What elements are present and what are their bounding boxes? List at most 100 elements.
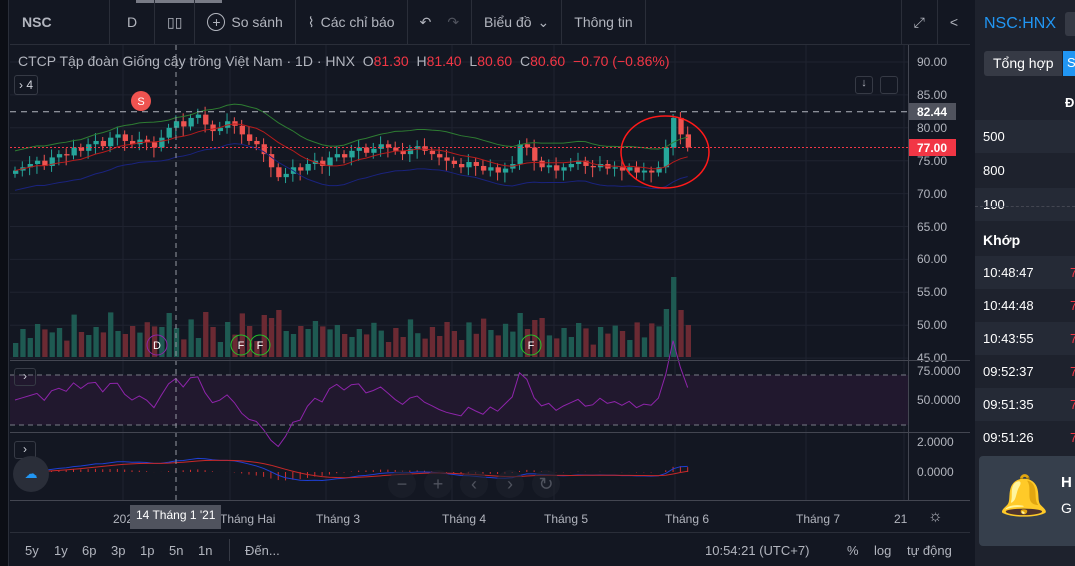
last-price-label: 77.00	[909, 139, 956, 156]
range-1p[interactable]: 1p	[140, 543, 154, 558]
candle-body	[473, 162, 479, 166]
price-axis[interactable]: 45.00 50.00 55.00 60.00 65.00 70.00 75.00 80.00…	[908, 45, 970, 365]
fullscreen-icon: ⤢	[913, 13, 925, 30]
compare-button[interactable]: + So sánh	[195, 0, 296, 45]
indicators-label: Các chỉ báo	[320, 14, 395, 30]
range-6p[interactable]: 6p	[82, 543, 96, 558]
volume-bar	[488, 330, 494, 357]
zoom-out-button[interactable]: −	[388, 470, 416, 498]
candle-body	[137, 139, 143, 145]
tab-summary[interactable]: Tổng hợp	[984, 51, 1062, 76]
legend-title: CTCP Tập đoàn Giống cây trồng Việt Nam ·…	[18, 53, 355, 69]
volume-bar	[129, 326, 136, 357]
o-label: O	[362, 53, 374, 69]
price-tick: 85.00	[917, 87, 948, 102]
fullscreen-button[interactable]: ⤢	[900, 0, 938, 45]
trade-row: 09:51:26 7	[975, 421, 1075, 454]
maximize-pane-button[interactable]	[880, 76, 898, 94]
auto-toggle[interactable]: tự động	[907, 543, 952, 558]
volume-bar	[407, 319, 414, 357]
candle-body	[422, 146, 428, 151]
candle-body	[34, 160, 41, 164]
volume-bar	[641, 337, 648, 357]
volume-bar	[400, 337, 406, 357]
indicators-button[interactable]: ⌇ Các chỉ báo	[296, 0, 408, 45]
plus-circle-icon: +	[207, 13, 226, 31]
volume-bar	[283, 331, 289, 357]
time-label: Tháng 7	[796, 512, 841, 526]
left-strip	[0, 0, 9, 566]
info-button[interactable]: Thông tin	[562, 0, 646, 45]
time-axis[interactable]: 202 Tháng Hai Tháng 3 Tháng 4 Tháng 5 Th…	[10, 500, 908, 532]
goto-date-button[interactable]: Đến...	[245, 543, 280, 558]
undo-icon[interactable]: ↶	[420, 14, 432, 31]
range-5n[interactable]: 5n	[169, 543, 183, 558]
volume-bar	[42, 329, 48, 357]
trade-row: 09:52:37 7	[975, 355, 1075, 388]
cloud-logo-icon[interactable]: ☁	[13, 456, 49, 492]
volume-bar	[166, 313, 172, 357]
candle-body	[195, 114, 202, 118]
range-1y[interactable]: 1y	[54, 543, 68, 558]
candle-body	[459, 163, 465, 168]
settings-gear-icon[interactable]: ☼	[928, 508, 943, 526]
price-tick: 90.00	[917, 55, 948, 69]
candle-body	[71, 147, 77, 156]
scroll-down-button[interactable]: ↓	[855, 76, 873, 94]
volume-bar	[510, 331, 516, 357]
candle-body	[444, 157, 450, 161]
pane-divider[interactable]	[10, 360, 970, 361]
trade-price: 7	[1070, 364, 1075, 379]
pane-divider[interactable]	[10, 432, 970, 433]
share-button[interactable]: <	[938, 0, 970, 45]
redo-icon[interactable]: ↷	[447, 14, 459, 31]
close-value: 80.60	[530, 53, 566, 69]
trade-price: 7	[1070, 331, 1075, 346]
trades-title: Khớp	[983, 232, 1021, 248]
interval-button[interactable]: D	[110, 0, 155, 45]
scroll-left-button[interactable]: ‹	[460, 470, 488, 498]
candle-body	[108, 137, 114, 147]
candle-body	[210, 124, 216, 132]
reset-button[interactable]: ↻	[532, 470, 560, 498]
range-3p[interactable]: 3p	[111, 543, 125, 558]
alert-toast[interactable]: 🔔 H G	[979, 456, 1075, 546]
candle-body	[568, 163, 575, 168]
candle-body	[480, 165, 487, 171]
volume-bar	[444, 322, 450, 357]
trade-time: 09:51:26	[983, 430, 1034, 445]
volume-bar	[634, 322, 640, 357]
info-label: Thông tin	[574, 14, 633, 30]
trade-price: 7	[1070, 430, 1075, 445]
log-toggle[interactable]: log	[874, 543, 891, 558]
range-5y[interactable]: 5y	[25, 543, 39, 558]
symbol-search-button[interactable]: NSC	[10, 0, 110, 45]
volume-bar	[93, 327, 99, 357]
volume-bar	[71, 314, 77, 357]
percent-toggle[interactable]: %	[847, 543, 859, 558]
candle-body	[641, 170, 648, 173]
volume-bar	[122, 334, 128, 357]
tab-second[interactable]: S	[1063, 51, 1075, 76]
range-1n[interactable]: 1n	[198, 543, 212, 558]
volume-bar	[663, 309, 670, 357]
edit-button[interactable]	[1065, 12, 1075, 36]
volume-row: 100	[975, 188, 1075, 221]
panel-symbol: NSC:HNX	[984, 15, 1057, 32]
rsi-expand-button[interactable]: ›	[14, 368, 36, 386]
dividend-marker-text: D	[153, 340, 161, 352]
chart-menu-button[interactable]: Biểu đồ ⌄	[472, 0, 563, 45]
expand-indicators-button[interactable]: › 4	[14, 75, 38, 95]
volume-bar	[173, 328, 180, 357]
chart-type-button[interactable]: ▯▯	[155, 0, 196, 45]
time-label: Tháng 3	[316, 512, 361, 526]
volume-bar	[181, 339, 187, 357]
macd-axis[interactable]: 2.0000 0.0000	[908, 432, 970, 500]
rsi-axis[interactable]: 75.0000 50.0000	[908, 360, 970, 432]
scroll-right-button[interactable]: ›	[496, 470, 524, 498]
zoom-in-button[interactable]: +	[424, 470, 452, 498]
volume-bar	[34, 324, 41, 357]
candle-body	[305, 163, 311, 171]
candle-body	[539, 160, 545, 168]
volume-value: 500	[983, 129, 1005, 144]
